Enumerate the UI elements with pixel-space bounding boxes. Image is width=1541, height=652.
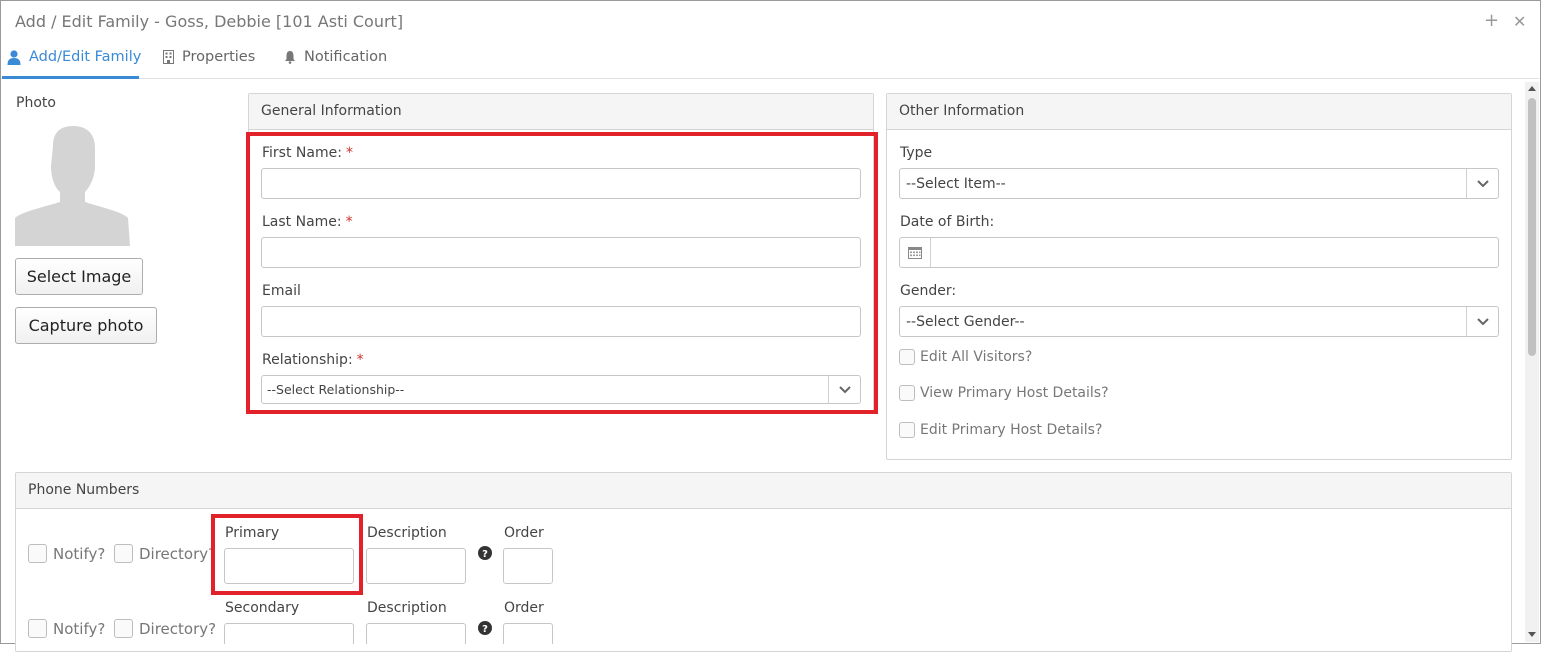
user-icon	[7, 49, 21, 65]
description-label: Description	[367, 525, 447, 541]
view-primary-host-checkbox[interactable]	[899, 385, 915, 401]
label-text: Last Name:	[262, 214, 342, 230]
order-label: Order	[504, 600, 544, 616]
required-indicator: *	[345, 145, 353, 161]
scrollbar-thumb[interactable]	[1528, 98, 1536, 356]
notify-checkbox[interactable]	[28, 619, 47, 638]
view-primary-host-label: View Primary Host Details?	[920, 385, 1109, 401]
panel-header: Other Information	[887, 94, 1511, 130]
tab-divider	[1, 78, 1539, 79]
panel-header: Phone Numbers	[16, 473, 1511, 509]
close-button[interactable]: ✕	[1513, 12, 1526, 31]
edit-primary-host-label: Edit Primary Host Details?	[920, 422, 1103, 438]
bell-icon	[285, 51, 295, 64]
tab-label: Properties	[182, 49, 256, 65]
tab-label: Notification	[304, 49, 388, 65]
chevron-down-icon	[1476, 317, 1489, 325]
help-icon[interactable]: ?	[478, 546, 492, 560]
primary-phone-input[interactable]	[224, 548, 354, 584]
active-tab-indicator	[2, 76, 139, 79]
label-text: Relationship:	[262, 352, 353, 368]
plus-icon: +	[1484, 10, 1500, 31]
directory-label: Directory?	[139, 620, 217, 638]
notify-label: Notify?	[53, 545, 106, 563]
last-name-label: Last Name: *	[262, 214, 353, 230]
notify-label: Notify?	[53, 620, 106, 638]
order-input[interactable]	[503, 548, 553, 584]
tab-add-edit-family[interactable]: Add/Edit Family	[7, 49, 141, 65]
calendar-icon	[908, 247, 922, 259]
email-label: Email	[262, 283, 301, 299]
last-name-input[interactable]	[261, 237, 861, 268]
tab-notification[interactable]: Notification	[284, 49, 387, 65]
scroll-down-icon[interactable]	[1527, 631, 1537, 639]
required-indicator: *	[345, 214, 353, 230]
edit-primary-host-checkbox[interactable]	[899, 422, 915, 438]
secondary-phone-label: Secondary	[225, 600, 300, 616]
secondary-phone-input[interactable]	[224, 623, 354, 644]
order-input[interactable]	[503, 623, 553, 644]
gender-label: Gender:	[900, 283, 957, 299]
svg-text:?: ?	[482, 549, 488, 560]
chevron-down-icon	[838, 385, 851, 393]
dropdown-arrow[interactable]	[1466, 307, 1498, 336]
capture-photo-button[interactable]: Capture photo	[15, 307, 157, 344]
edit-all-visitors-label: Edit All Visitors?	[920, 349, 1033, 365]
relationship-select[interactable]: --Select Relationship--	[261, 375, 861, 404]
order-label: Order	[504, 525, 544, 541]
first-name-input[interactable]	[261, 168, 861, 199]
maximize-button[interactable]: +	[1484, 10, 1499, 31]
panel-header: General Information	[249, 94, 873, 130]
avatar-placeholder-icon	[15, 126, 130, 246]
required-indicator: *	[356, 352, 364, 368]
label-text: First Name:	[262, 145, 342, 161]
help-icon[interactable]: ?	[478, 621, 492, 635]
notify-checkbox[interactable]	[28, 544, 47, 563]
dropdown-arrow[interactable]	[1466, 169, 1498, 198]
chevron-down-icon	[1476, 179, 1489, 187]
gender-value: --Select Gender--	[906, 314, 1025, 330]
directory-label: Directory?	[139, 545, 217, 563]
date-of-birth-input[interactable]	[899, 237, 1499, 268]
building-icon	[163, 50, 174, 64]
relationship-label: Relationship: *	[262, 352, 364, 368]
primary-phone-label: Primary	[225, 525, 280, 541]
window-title: Add / Edit Family - Goss, Debbie [101 As…	[15, 12, 404, 31]
type-value: --Select Item--	[906, 176, 1006, 192]
dropdown-arrow[interactable]	[828, 376, 860, 403]
first-name-label: First Name: *	[262, 145, 353, 161]
tab-properties[interactable]: Properties	[163, 49, 255, 65]
scroll-up-icon[interactable]	[1527, 84, 1537, 92]
directory-checkbox[interactable]	[114, 544, 133, 563]
tab-label: Add/Edit Family	[29, 49, 142, 65]
date-of-birth-label: Date of Birth:	[900, 214, 995, 230]
svg-text:?: ?	[482, 624, 488, 635]
select-image-button[interactable]: Select Image	[15, 258, 143, 295]
description-input[interactable]	[366, 623, 466, 644]
photo-label: Photo	[16, 95, 56, 111]
gender-select[interactable]: --Select Gender--	[899, 306, 1499, 337]
email-input[interactable]	[261, 306, 861, 337]
directory-checkbox[interactable]	[114, 619, 133, 638]
type-select[interactable]: --Select Item--	[899, 168, 1499, 199]
relationship-value: --Select Relationship--	[267, 382, 405, 397]
description-label: Description	[367, 600, 447, 616]
calendar-button[interactable]	[900, 238, 931, 267]
description-input[interactable]	[366, 548, 466, 584]
close-icon: ✕	[1513, 12, 1527, 31]
edit-all-visitors-checkbox[interactable]	[899, 349, 915, 365]
other-information-panel: Other Information	[886, 93, 1512, 460]
type-label: Type	[900, 145, 933, 161]
